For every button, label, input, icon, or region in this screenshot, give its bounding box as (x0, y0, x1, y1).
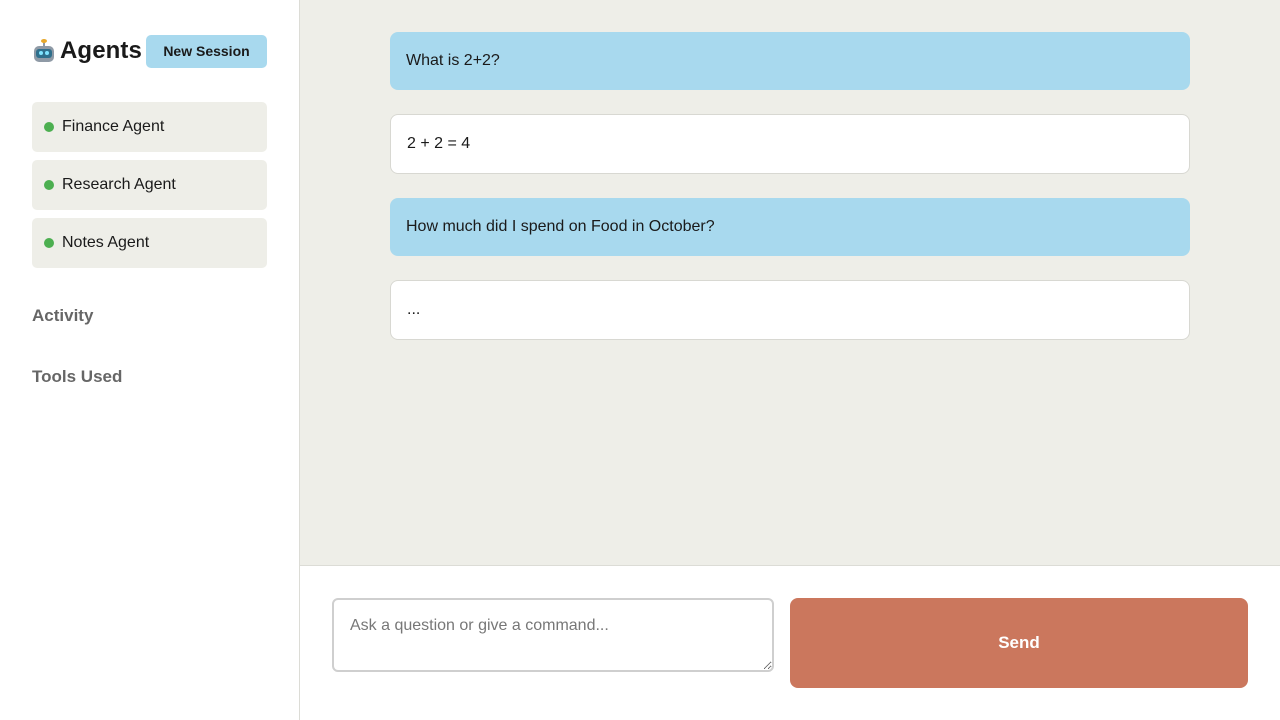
message-text: ... (407, 301, 421, 318)
app-window: Agents New Session Finance Agent Researc… (0, 0, 1280, 720)
message-input[interactable] (332, 598, 774, 672)
status-dot (44, 180, 54, 190)
agent-label: Finance Agent (62, 118, 165, 135)
user-message: What is 2+2? (390, 32, 1190, 90)
activity-heading: Activity (32, 306, 94, 325)
assistant-message: ... (390, 280, 1190, 340)
main-panel: What is 2+2? 2 + 2 = 4 How much did I sp… (300, 0, 1280, 720)
sidebar: Agents New Session Finance Agent Researc… (0, 0, 300, 720)
robot-icon (32, 39, 56, 63)
send-button[interactable]: Send (790, 598, 1248, 688)
sidebar-header: Agents New Session (32, 32, 267, 70)
message-text: 2 + 2 = 4 (407, 135, 471, 152)
brand: Agents (32, 37, 142, 65)
status-dot (44, 238, 54, 248)
status-dot (44, 122, 54, 132)
new-session-button[interactable]: New Session (146, 34, 267, 68)
agent-label: Notes Agent (62, 234, 150, 251)
sidebar-item-finance-agent[interactable]: Finance Agent (32, 102, 267, 152)
composer: Send (300, 566, 1280, 720)
agent-label: Research Agent (62, 176, 176, 193)
chat-transcript: What is 2+2? 2 + 2 = 4 How much did I sp… (300, 0, 1280, 566)
agent-list: Finance Agent Research Agent Notes Agent (32, 102, 267, 268)
sidebar-title: Agents (60, 37, 142, 64)
sidebar-item-notes-agent[interactable]: Notes Agent (32, 218, 267, 268)
tools-used-heading: Tools Used (32, 367, 123, 386)
message-text: How much did I spend on Food in October? (406, 218, 715, 235)
assistant-message: 2 + 2 = 4 (390, 114, 1190, 174)
message-text: What is 2+2? (406, 52, 500, 69)
sidebar-item-research-agent[interactable]: Research Agent (32, 160, 267, 210)
user-message: How much did I spend on Food in October? (390, 198, 1190, 256)
